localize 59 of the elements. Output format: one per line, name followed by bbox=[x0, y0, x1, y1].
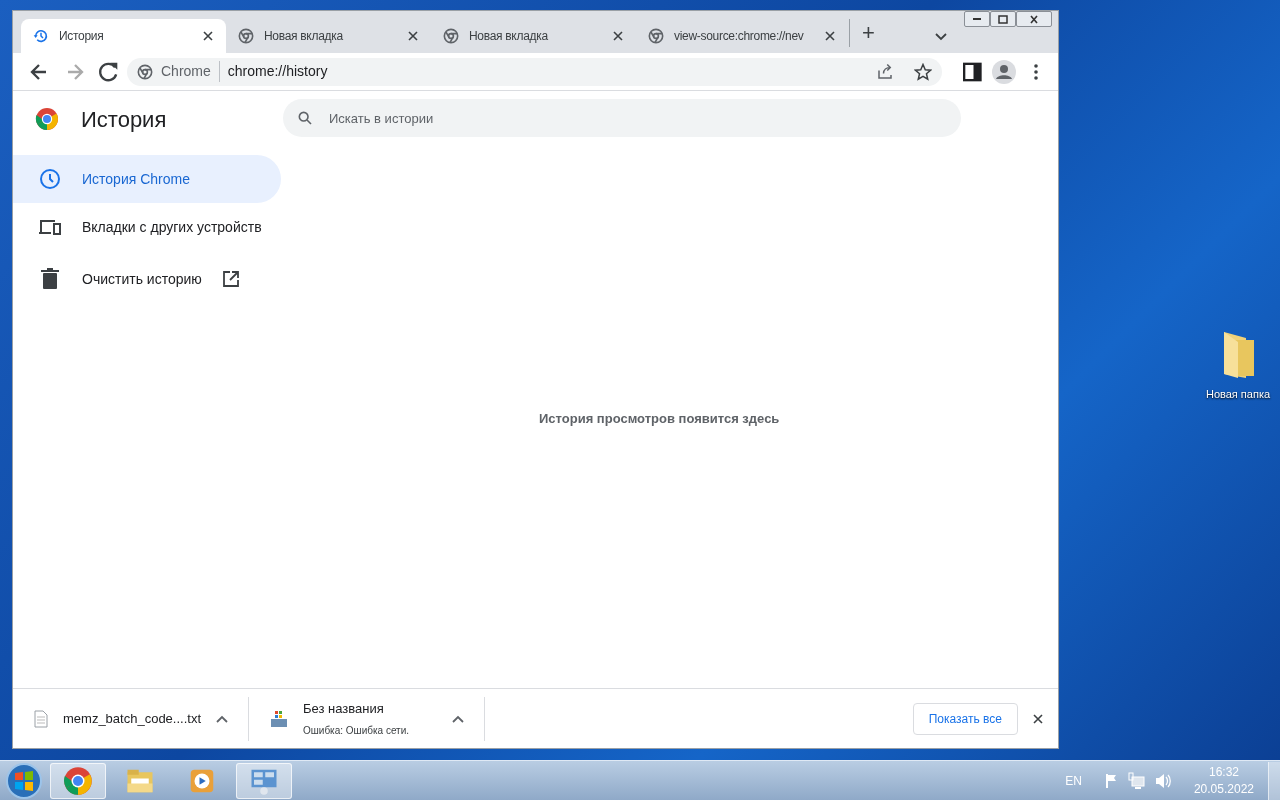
chevron-up-icon[interactable] bbox=[452, 714, 464, 723]
tab-title: История bbox=[59, 28, 104, 45]
chrome-icon bbox=[63, 765, 93, 796]
empty-message: История просмотров появится здесь bbox=[539, 410, 780, 428]
maximize-icon bbox=[998, 14, 1008, 24]
tab-title: Новая вкладка bbox=[264, 28, 343, 45]
nav-item[interactable]: Вкладки с других устройств bbox=[13, 203, 281, 251]
tab[interactable]: История bbox=[21, 19, 226, 53]
clock-time: 16:32 bbox=[1208, 763, 1239, 781]
chrome-icon bbox=[238, 28, 254, 44]
minimize-icon bbox=[973, 18, 981, 20]
search-field[interactable]: Искать в истории bbox=[283, 99, 961, 137]
close-icon[interactable] bbox=[612, 30, 624, 42]
chrome-icon bbox=[137, 63, 153, 80]
close-icon[interactable] bbox=[202, 30, 214, 42]
nav-item[interactable]: Очистить историю bbox=[13, 255, 281, 303]
chevron-up-icon[interactable] bbox=[216, 714, 228, 723]
download-status: Ошибка: Ошибка сети. bbox=[303, 723, 411, 738]
page-title: История bbox=[81, 105, 167, 134]
trash-icon bbox=[38, 267, 62, 291]
url-text: chrome://history bbox=[227, 62, 329, 81]
tab[interactable]: Новая вкладка bbox=[226, 19, 431, 53]
clock-icon bbox=[38, 167, 62, 191]
chrome-icon bbox=[648, 28, 664, 44]
installer-icon bbox=[269, 708, 289, 729]
chevron-down-icon[interactable] bbox=[935, 33, 947, 41]
history-icon bbox=[33, 28, 49, 44]
nav-item[interactable]: История Chrome bbox=[13, 155, 281, 203]
download-name: Без названия bbox=[303, 700, 385, 719]
tab-title: Новая вкладка bbox=[469, 28, 548, 45]
chrome-logo-icon bbox=[35, 107, 59, 131]
close-icon bbox=[1030, 14, 1038, 24]
close-icon[interactable] bbox=[1032, 712, 1044, 725]
maximize-button[interactable] bbox=[990, 11, 1016, 27]
address-bar[interactable]: Chrome chrome://history bbox=[127, 57, 942, 86]
close-button[interactable] bbox=[1016, 11, 1052, 27]
search-icon bbox=[297, 110, 313, 126]
start-button[interactable] bbox=[4, 760, 44, 800]
tab[interactable]: Новая вкладка bbox=[431, 19, 636, 53]
taskbar-button[interactable] bbox=[236, 762, 292, 799]
close-icon[interactable] bbox=[407, 30, 419, 42]
taskbar-button[interactable] bbox=[50, 762, 106, 799]
close-icon[interactable] bbox=[823, 30, 836, 42]
tab-title: view-source:chrome://nev bbox=[674, 28, 804, 45]
share-icon[interactable] bbox=[876, 62, 894, 81]
desktop-icon-label: Новая папка bbox=[1205, 387, 1271, 402]
chrome-icon bbox=[443, 28, 459, 44]
tab[interactable]: view-source:chrome://nev bbox=[636, 19, 841, 53]
site-chip: Chrome bbox=[161, 61, 220, 82]
profile-icon[interactable] bbox=[990, 57, 1018, 86]
bookmark-star-icon[interactable] bbox=[914, 62, 932, 81]
clock-date: 20.05.2022 bbox=[1193, 780, 1254, 798]
new-tab-button[interactable]: + bbox=[849, 19, 877, 47]
download-name: memz_batch_code....txt bbox=[63, 709, 202, 728]
show-all-button[interactable]: Показать все bbox=[912, 702, 1018, 735]
document-icon bbox=[33, 709, 49, 728]
download-item[interactable]: memz_batch_code....txt bbox=[13, 696, 249, 741]
download-item[interactable]: Без названия Ошибка: Ошибка сети. bbox=[249, 696, 485, 741]
minimize-button[interactable] bbox=[964, 11, 990, 27]
